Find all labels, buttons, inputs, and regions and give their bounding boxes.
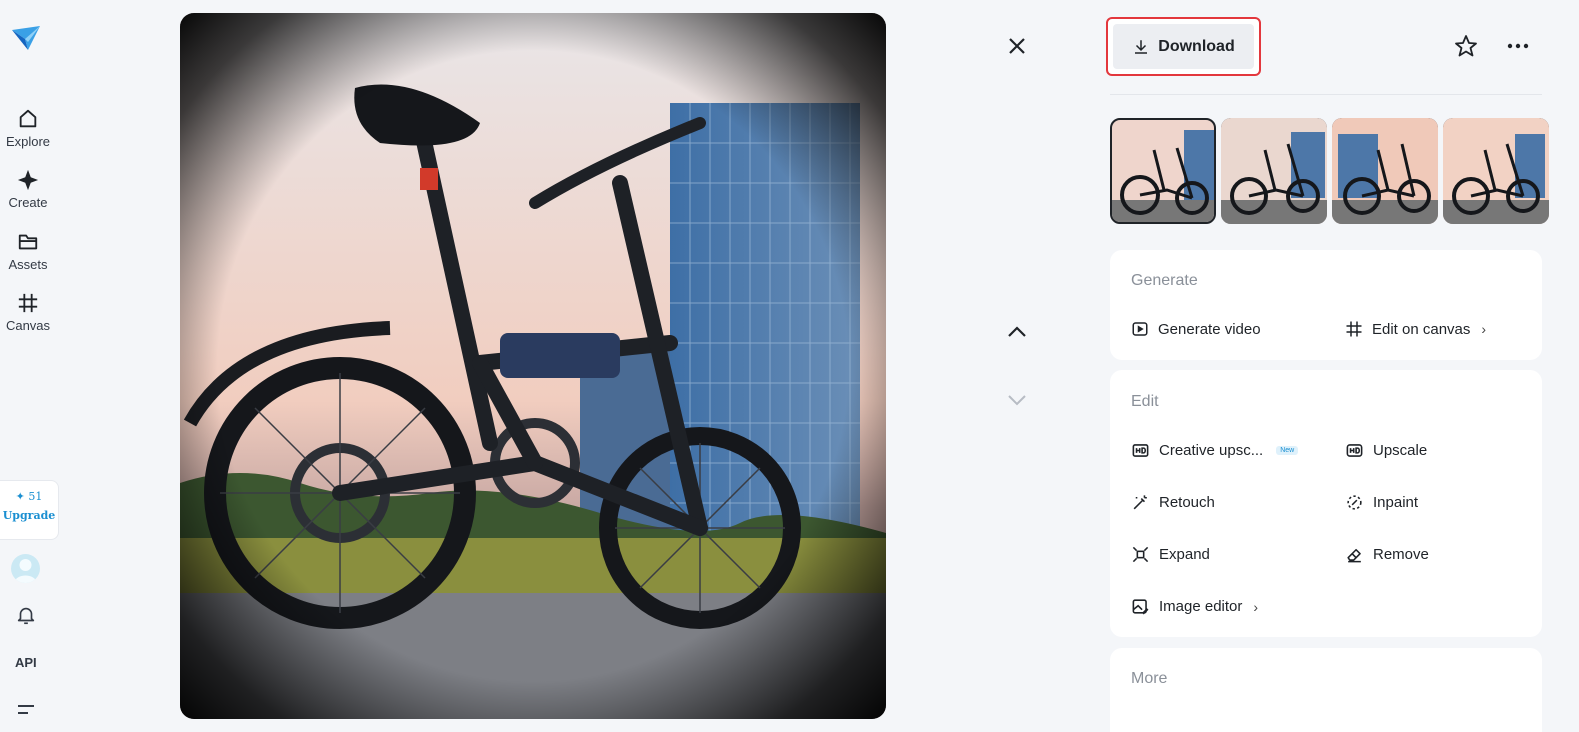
action-label: Inpaint <box>1373 494 1419 511</box>
generated-image <box>180 13 886 719</box>
edit-section: Edit Creative upsc... New Upscale Retouc… <box>1110 370 1542 637</box>
home-icon <box>19 109 37 128</box>
more-options-icon[interactable] <box>1507 40 1529 52</box>
play-icon <box>1132 322 1148 336</box>
nav-label: Canvas <box>5 318 51 333</box>
wand-icon <box>1133 495 1147 510</box>
star-icon[interactable] <box>1454 34 1478 58</box>
action-label: Retouch <box>1159 494 1215 511</box>
bell-icon[interactable] <box>15 604 37 626</box>
canvas-icon <box>18 293 38 313</box>
section-title-more: More <box>1131 670 1168 687</box>
thumbnail-image <box>1443 118 1549 224</box>
upscale-button[interactable]: Upscale <box>1345 441 1427 460</box>
section-title-edit: Edit <box>1131 393 1159 410</box>
inpaint-icon <box>1347 495 1362 510</box>
chevron-right-icon: › <box>1481 321 1487 337</box>
nav-item-assets[interactable]: Assets <box>0 231 56 272</box>
bicycle-photo <box>180 13 886 719</box>
edit-on-canvas-button[interactable]: Edit on canvas › <box>1345 320 1486 338</box>
action-label: Creative upsc... <box>1159 442 1264 459</box>
chevron-up-icon[interactable] <box>1005 320 1029 344</box>
close-icon[interactable] <box>1005 34 1029 58</box>
folder-icon <box>18 234 38 250</box>
hd-plus-icon <box>1132 444 1149 457</box>
nav-item-explore[interactable]: Explore <box>0 108 56 149</box>
action-label: Upscale <box>1373 442 1428 459</box>
download-button[interactable]: Download <box>1106 17 1261 76</box>
variation-thumbnails <box>1110 118 1552 224</box>
download-button-inner: Download <box>1113 24 1254 69</box>
thumbnail-image <box>1332 118 1438 224</box>
left-navigation: Explore Create Assets Canvas ✦ 51 Upgrad… <box>0 0 59 732</box>
action-label: Remove <box>1373 546 1429 563</box>
inpaint-button[interactable]: Inpaint <box>1345 493 1418 512</box>
download-icon <box>1135 39 1148 54</box>
thumbnail[interactable] <box>1332 118 1438 224</box>
nav-item-canvas[interactable]: Canvas <box>0 292 56 333</box>
api-link[interactable]: API <box>15 655 37 670</box>
new-badge: New <box>1276 446 1299 455</box>
expand-icon <box>1132 546 1149 563</box>
more-section: More <box>1110 648 1542 732</box>
upgrade-label: Upgrade <box>2 509 56 522</box>
nav-item-create[interactable]: Create <box>0 169 56 210</box>
app-logo[interactable] <box>10 22 42 54</box>
menu-icon[interactable] <box>17 703 35 717</box>
user-avatar-icon <box>14 559 37 583</box>
chevron-down-icon[interactable] <box>1005 388 1029 412</box>
sparkle-icon <box>17 169 39 191</box>
action-label: Edit on canvas <box>1372 320 1471 338</box>
canvas-icon <box>1346 321 1362 337</box>
remove-button[interactable]: Remove <box>1345 545 1429 564</box>
action-label: Generate video <box>1158 320 1261 338</box>
image-edit-icon <box>1132 599 1149 615</box>
header-divider <box>1110 94 1542 95</box>
nav-label: Create <box>8 195 48 210</box>
creative-upscale-button[interactable]: Creative upsc... New <box>1131 441 1299 460</box>
action-label: Expand <box>1159 546 1210 563</box>
chevron-right-icon: › <box>1253 598 1259 615</box>
thumbnail[interactable] <box>1443 118 1549 224</box>
upgrade-button[interactable]: ✦ 51 Upgrade <box>0 480 59 540</box>
action-label: Image editor <box>1159 598 1243 615</box>
expand-button[interactable]: Expand <box>1131 545 1210 564</box>
download-label: Download <box>1158 37 1235 55</box>
generate-video-button[interactable]: Generate video <box>1131 320 1261 338</box>
generate-section: Generate Generate video Edit on canvas › <box>1110 250 1542 360</box>
eraser-icon <box>1347 548 1361 563</box>
avatar[interactable] <box>11 554 40 583</box>
nav-label: Explore <box>5 134 51 149</box>
thumbnail[interactable] <box>1110 118 1216 224</box>
credits-count: ✦ 51 <box>15 490 43 503</box>
image-editor-button[interactable]: Image editor › <box>1131 597 1258 616</box>
nav-label: Assets <box>8 257 48 272</box>
hd-icon <box>1346 444 1363 457</box>
thumbnail[interactable] <box>1221 118 1327 224</box>
thumbnail-image <box>1221 118 1327 224</box>
retouch-button[interactable]: Retouch <box>1131 493 1215 512</box>
thumbnail-image <box>1112 120 1214 222</box>
section-title-generate: Generate <box>1131 272 1198 289</box>
